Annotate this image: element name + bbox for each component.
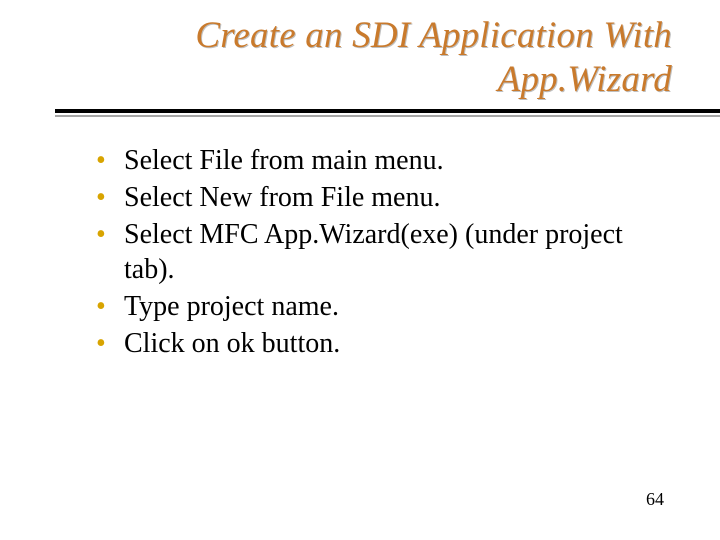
bullet-text: Type project name. bbox=[124, 291, 339, 322]
slide-title: Create an SDI Application With App.Wizar… bbox=[90, 14, 672, 101]
body: Select File from main menu. Select New f… bbox=[0, 115, 720, 361]
title-block: Create an SDI Application With App.Wizar… bbox=[0, 0, 720, 101]
page-number: 64 bbox=[646, 489, 664, 510]
slide: Create an SDI Application With App.Wizar… bbox=[0, 0, 720, 540]
title-line-1: Create an SDI Application With bbox=[195, 15, 672, 56]
list-item: Select MFC App.Wizard(exe) (under projec… bbox=[96, 217, 660, 287]
bullet-text: Select MFC App.Wizard(exe) (under projec… bbox=[124, 219, 623, 285]
list-item: Click on ok button. bbox=[96, 326, 660, 361]
list-item: Select New from File menu. bbox=[96, 180, 660, 215]
title-line-2: App.Wizard bbox=[498, 59, 672, 100]
bullet-text: Select New from File menu. bbox=[124, 182, 440, 213]
list-item: Select File from main menu. bbox=[96, 143, 660, 178]
bullet-text: Click on ok button. bbox=[124, 328, 340, 359]
bullet-text: Select File from main menu. bbox=[124, 145, 444, 176]
bullet-list: Select File from main menu. Select New f… bbox=[96, 143, 660, 361]
list-item: Type project name. bbox=[96, 289, 660, 324]
